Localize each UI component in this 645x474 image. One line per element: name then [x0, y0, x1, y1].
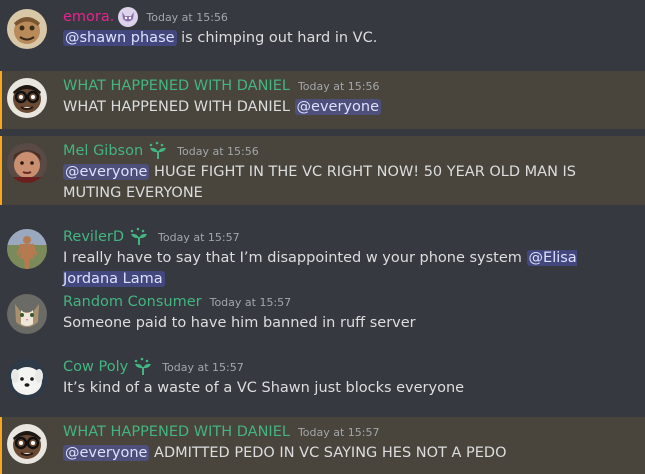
everyone-mention[interactable]: @everyone	[63, 164, 150, 180]
message-item: Random Consumer Today at 15:57 Someone p…	[0, 287, 645, 345]
everyone-mention[interactable]: @everyone	[294, 99, 381, 115]
message-text: It’s kind of a waste of a VC Shawn just …	[63, 380, 465, 396]
message-text: WHAT HAPPENED WITH DANIEL	[63, 99, 295, 115]
message-item: emora. Today at 15:56 @shawn phase is ch…	[0, 2, 645, 60]
avatar[interactable]	[7, 359, 47, 399]
user-avatar-icon	[7, 424, 47, 464]
avatar[interactable]	[7, 78, 47, 118]
user-avatar-icon	[7, 78, 47, 118]
user-avatar-icon	[7, 143, 47, 183]
timestamp: Today at 15:56	[297, 79, 380, 93]
nitro-sprout-icon	[147, 141, 169, 161]
timestamp: Today at 15:56	[146, 10, 228, 24]
message-text: I really have to say that I’m disappoint…	[63, 250, 527, 266]
user-avatar-icon	[7, 294, 47, 334]
message-item: WHAT HAPPENED WITH DANIEL Today at 15:56…	[0, 71, 645, 129]
avatar[interactable]	[7, 294, 47, 334]
chat-messages: emora. Today at 15:56 @shawn phase is ch…	[0, 0, 645, 474]
user-mention[interactable]: @shawn phase	[63, 30, 177, 46]
avatar[interactable]	[7, 9, 47, 49]
message-content: @everyone HUGE FIGHT IN THE VC RIGHT NOW…	[63, 162, 629, 204]
timestamp: Today at 15:57	[158, 230, 240, 244]
message-text: ADMITTED PEDO IN VC SAYING HES NOT A PED…	[149, 445, 507, 461]
message-item: Cow Poly Today at 15:57 It’s kind of a w…	[0, 352, 645, 410]
message-text: is chimping out hard in VC.	[176, 30, 378, 46]
username[interactable]: emora.	[63, 6, 114, 28]
username[interactable]: Mel Gibson	[63, 140, 143, 162]
username[interactable]: WHAT HAPPENED WITH DANIEL	[63, 421, 290, 443]
nitro-sprout-icon	[128, 227, 150, 247]
nitro-sprout-icon	[132, 357, 154, 377]
message-content: @shawn phase is chimping out hard in VC.	[63, 28, 629, 49]
avatar[interactable]	[7, 229, 47, 269]
avatar[interactable]	[7, 143, 47, 183]
username[interactable]: WHAT HAPPENED WITH DANIEL	[63, 75, 290, 97]
avatar[interactable]	[7, 424, 47, 464]
everyone-mention[interactable]: @everyone	[63, 445, 150, 461]
timestamp: Today at 15:57	[209, 295, 292, 309]
message-content: It’s kind of a waste of a VC Shawn just …	[63, 378, 629, 399]
username[interactable]: RevilerD	[63, 226, 124, 248]
timestamp: Today at 15:57	[162, 360, 244, 374]
username[interactable]: Random Consumer	[63, 291, 202, 313]
message-text: Someone paid to have him banned in ruff …	[63, 315, 416, 331]
message-item: RevilerD Today at 15:57 I really have to…	[0, 222, 645, 287]
user-avatar-icon	[7, 359, 47, 399]
message-content: I really have to say that I’m disappoint…	[63, 248, 629, 290]
wolf-emoji-icon	[118, 7, 139, 27]
message-content: @everyone ADMITTED PEDO IN VC SAYING HES…	[63, 443, 629, 464]
user-avatar-icon	[7, 9, 47, 49]
message-content: WHAT HAPPENED WITH DANIEL @everyone	[63, 97, 629, 118]
message-item: WHAT HAPPENED WITH DANIEL Today at 15:57…	[0, 417, 645, 474]
user-avatar-icon	[7, 229, 47, 269]
message-item: Mel Gibson Today at 15:56 @everyone HUGE…	[0, 136, 645, 205]
timestamp: Today at 15:57	[297, 425, 380, 439]
message-content: Someone paid to have him banned in ruff …	[63, 313, 629, 334]
username[interactable]: Cow Poly	[63, 356, 128, 378]
timestamp: Today at 15:56	[177, 144, 259, 158]
